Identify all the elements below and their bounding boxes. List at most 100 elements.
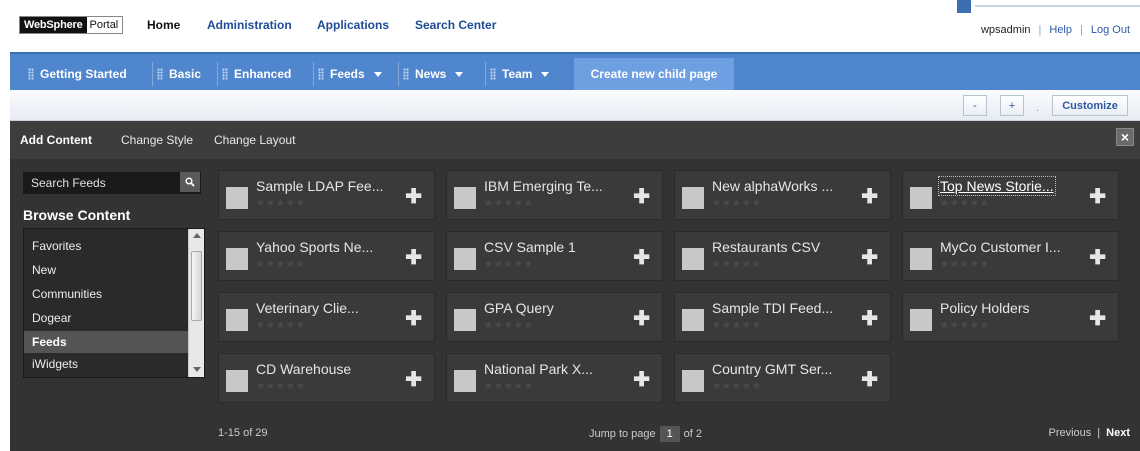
list-item[interactable]: Top News Storie... ★★★★★ ✚: [902, 170, 1119, 220]
page-number-input[interactable]: 1: [659, 426, 680, 442]
add-icon[interactable]: ✚: [633, 245, 650, 270]
add-icon[interactable]: ✚: [633, 306, 650, 331]
list-item[interactable]: Sample LDAP Fee... ★★★★★ ✚: [218, 170, 435, 220]
chevron-down-icon[interactable]: [373, 71, 382, 77]
add-icon[interactable]: ✚: [405, 367, 422, 392]
list-item-dogear[interactable]: Dogear: [32, 311, 71, 325]
card-title[interactable]: CD Warehouse: [256, 361, 351, 377]
list-item[interactable]: CSV Sample 1 ★★★★★ ✚: [446, 231, 663, 281]
add-icon[interactable]: ✚: [405, 245, 422, 270]
list-item[interactable]: Yahoo Sports Ne... ★★★★★ ✚: [218, 231, 435, 281]
list-item[interactable]: Sample TDI Feed... ★★★★★ ✚: [674, 292, 891, 342]
tab-change-layout[interactable]: Change Layout: [214, 133, 295, 147]
list-item[interactable]: IBM Emerging Te... ★★★★★ ✚: [446, 170, 663, 220]
decrease-button[interactable]: -: [963, 95, 987, 116]
page-tab-bar: Getting Started Basic Enhanced Feeds New…: [10, 52, 1140, 90]
drag-grip-icon[interactable]: [490, 68, 496, 80]
list-scrollbar[interactable]: [188, 229, 204, 377]
nav-search-center[interactable]: Search Center: [415, 18, 496, 32]
add-icon[interactable]: ✚: [861, 367, 878, 392]
add-content-panel: Add Content Change Style Change Layout ×…: [10, 121, 1140, 451]
drag-grip-icon[interactable]: [28, 68, 34, 80]
add-icon[interactable]: ✚: [861, 306, 878, 331]
card-title[interactable]: IBM Emerging Te...: [484, 178, 603, 194]
drag-grip-icon[interactable]: [318, 68, 324, 80]
tab-team[interactable]: Team: [485, 62, 550, 86]
increase-button[interactable]: +: [1000, 95, 1024, 116]
add-icon[interactable]: ✚: [1089, 245, 1106, 270]
card-title[interactable]: New alphaWorks ...: [712, 178, 833, 194]
scrollbar-thumb[interactable]: [191, 251, 202, 321]
card-title[interactable]: GPA Query: [484, 300, 554, 316]
add-icon[interactable]: ✚: [1089, 306, 1106, 331]
list-item-communities[interactable]: Communities: [32, 287, 102, 301]
nav-applications[interactable]: Applications: [317, 18, 389, 32]
add-icon[interactable]: ✚: [405, 306, 422, 331]
list-item[interactable]: GPA Query ★★★★★ ✚: [446, 292, 663, 342]
card-title[interactable]: Veterinary Clie...: [256, 300, 359, 316]
nav-administration[interactable]: Administration: [207, 18, 292, 32]
close-icon[interactable]: ×: [1116, 128, 1134, 146]
create-new-child-page-button[interactable]: Create new child page: [574, 58, 734, 90]
add-icon[interactable]: ✚: [633, 184, 650, 209]
list-item-new[interactable]: New: [32, 263, 56, 277]
card-title[interactable]: CSV Sample 1: [484, 239, 576, 255]
scroll-up-icon[interactable]: [193, 233, 201, 238]
list-item[interactable]: Country GMT Ser... ★★★★★ ✚: [674, 353, 891, 403]
help-link[interactable]: Help: [1049, 24, 1072, 36]
add-icon[interactable]: ✚: [633, 367, 650, 392]
tab-feeds[interactable]: Feeds: [313, 62, 382, 86]
card-title[interactable]: Yahoo Sports Ne...: [256, 239, 373, 255]
rating-stars-icon: ★★★★★: [712, 198, 762, 209]
list-item[interactable]: Restaurants CSV ★★★★★ ✚: [674, 231, 891, 281]
add-icon[interactable]: ✚: [861, 184, 878, 209]
next-link[interactable]: Next: [1106, 427, 1130, 439]
card-title[interactable]: Country GMT Ser...: [712, 361, 832, 377]
scroll-down-icon[interactable]: [193, 367, 201, 372]
tab-getting-started[interactable]: Getting Started: [24, 62, 127, 86]
card-title[interactable]: Sample LDAP Fee...: [256, 178, 383, 194]
card-title[interactable]: MyCo Customer I...: [940, 239, 1061, 255]
previous-link[interactable]: Previous: [1049, 427, 1092, 439]
card-title[interactable]: National Park X...: [484, 361, 593, 377]
add-icon[interactable]: ✚: [861, 245, 878, 270]
rating-stars-icon: ★★★★★: [484, 259, 534, 270]
logout-link[interactable]: Log Out: [1091, 24, 1130, 36]
list-item-iwidgets[interactable]: iWidgets: [32, 357, 78, 371]
drag-grip-icon[interactable]: [222, 68, 228, 80]
customize-button[interactable]: Customize: [1052, 95, 1128, 116]
list-item[interactable]: National Park X... ★★★★★ ✚: [446, 353, 663, 403]
pagination-separator: |: [1097, 427, 1101, 439]
list-item[interactable]: Policy Holders ★★★★★ ✚: [902, 292, 1119, 342]
search-button[interactable]: [180, 172, 200, 192]
userbar-separator: |: [1038, 24, 1042, 36]
list-item[interactable]: New alphaWorks ... ★★★★★ ✚: [674, 170, 891, 220]
jump-to-page: Jump to page 1 of 2: [589, 426, 702, 442]
card-title[interactable]: Policy Holders: [940, 300, 1029, 316]
chevron-down-icon[interactable]: [541, 71, 550, 77]
feed-thumbnail-icon: [454, 370, 476, 392]
tab-basic[interactable]: Basic: [152, 62, 201, 86]
list-item-feeds-selected[interactable]: Feeds: [24, 331, 190, 353]
tab-change-style[interactable]: Change Style: [121, 133, 193, 147]
list-item[interactable]: CD Warehouse ★★★★★ ✚: [218, 353, 435, 403]
add-icon[interactable]: ✚: [405, 184, 422, 209]
tab-add-content[interactable]: Add Content: [20, 133, 92, 147]
tab-enhanced[interactable]: Enhanced: [217, 62, 291, 86]
card-title[interactable]: Restaurants CSV: [712, 239, 820, 255]
list-item[interactable]: Veterinary Clie... ★★★★★ ✚: [218, 292, 435, 342]
list-item[interactable]: MyCo Customer I... ★★★★★ ✚: [902, 231, 1119, 281]
logo-portal-text: Portal: [86, 17, 123, 33]
drag-grip-icon[interactable]: [157, 68, 163, 80]
card-title[interactable]: Sample TDI Feed...: [712, 300, 833, 316]
drag-grip-icon[interactable]: [403, 68, 409, 80]
add-icon[interactable]: ✚: [1089, 184, 1106, 209]
tab-news[interactable]: News: [398, 62, 464, 86]
feed-thumbnail-icon: [454, 187, 476, 209]
nav-home[interactable]: Home: [147, 18, 180, 32]
list-item-favorites[interactable]: Favorites: [32, 239, 81, 253]
card-title[interactable]: Top News Storie...: [938, 176, 1056, 196]
chevron-down-icon[interactable]: [455, 71, 464, 77]
search-feeds-input[interactable]: Search Feeds: [23, 172, 201, 194]
rating-stars-icon: ★★★★★: [256, 381, 306, 392]
